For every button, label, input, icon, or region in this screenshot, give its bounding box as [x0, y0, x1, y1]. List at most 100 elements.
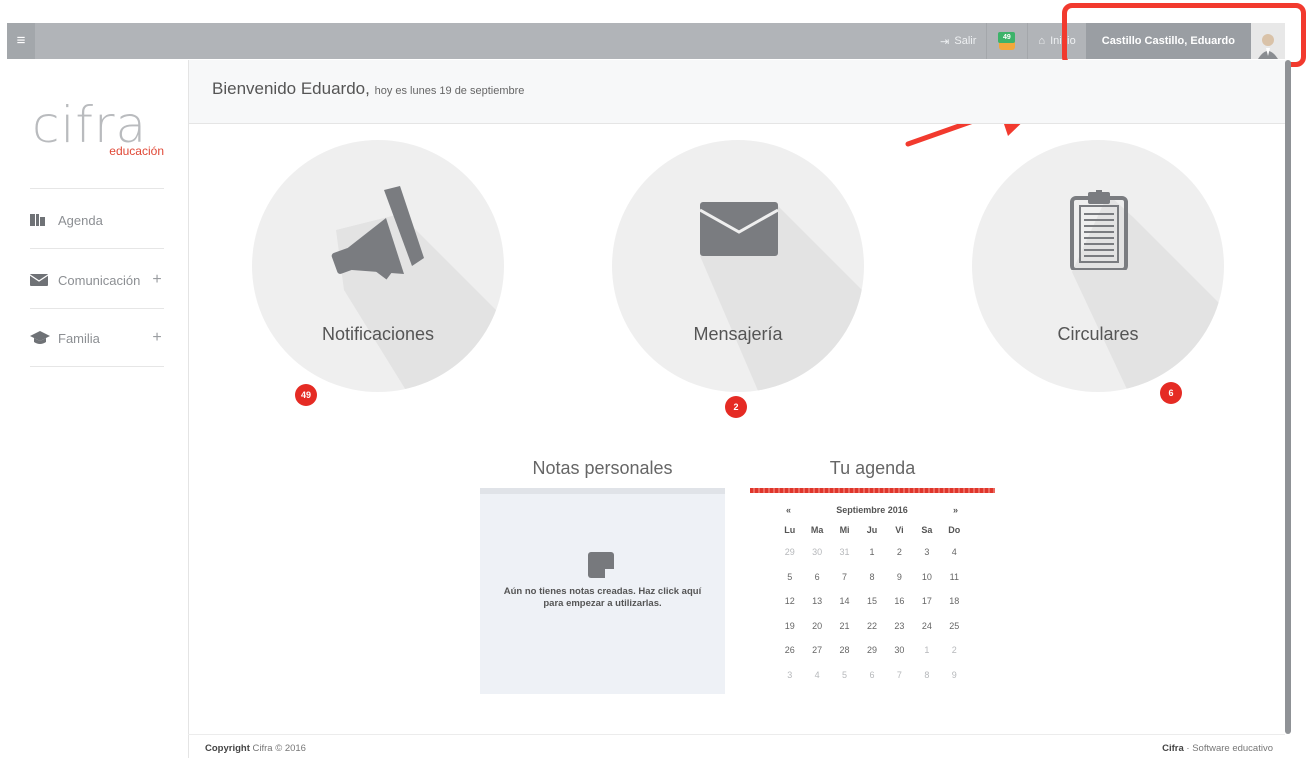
calendar-day[interactable]: 1: [913, 638, 940, 663]
calendar-day[interactable]: 3: [776, 663, 803, 688]
calendar-day[interactable]: 29: [776, 540, 803, 565]
home-icon: ⌂: [1038, 35, 1046, 47]
calendar-day[interactable]: 12: [776, 589, 803, 614]
calendar-day[interactable]: 4: [941, 540, 968, 565]
copyright-text: Cifra © 2016: [252, 743, 306, 754]
tile-circulares[interactable]: Circulares: [972, 140, 1224, 392]
calendar-weekday: Sa: [921, 525, 933, 535]
calendar-day[interactable]: 9: [941, 663, 968, 688]
sidebar-item-agenda[interactable]: Agenda: [30, 192, 164, 248]
tile-mensajeria[interactable]: Mensajería: [612, 140, 864, 392]
calendar-day[interactable]: 24: [913, 614, 940, 639]
calendar-weekday: Do: [948, 525, 961, 535]
calendar-day[interactable]: 7: [831, 565, 858, 590]
welcome-greeting: Bienvenido Eduardo,: [212, 79, 370, 98]
calendar-day[interactable]: 29: [858, 638, 885, 663]
calendar-day[interactable]: 5: [831, 663, 858, 688]
calendar-day[interactable]: 14: [831, 589, 858, 614]
calendar-day[interactable]: 27: [803, 638, 830, 663]
calendar-day[interactable]: 28: [831, 638, 858, 663]
tile-notificaciones[interactable]: Notificaciones: [252, 140, 504, 392]
calendar-day[interactable]: 2: [941, 638, 968, 663]
sidebar-item-comunicacion[interactable]: Comunicación +: [30, 252, 164, 308]
note-icon-fold: [605, 569, 614, 578]
logo[interactable]: cifra educación: [32, 98, 164, 158]
calendar-day[interactable]: 1: [858, 540, 885, 565]
calendar-day[interactable]: 20: [803, 614, 830, 639]
calendar-day[interactable]: 26: [776, 638, 803, 663]
calendar-day[interactable]: 21: [831, 614, 858, 639]
expand-plus-icon[interactable]: +: [150, 271, 164, 289]
calendar-day[interactable]: 19: [776, 614, 803, 639]
calendar-day[interactable]: 13: [803, 589, 830, 614]
scrollbar[interactable]: [1285, 60, 1291, 734]
calendar-weekday: Vi: [895, 525, 904, 535]
copyright: Copyright Cifra © 2016: [205, 743, 306, 754]
agenda-underline: [750, 488, 995, 493]
calendar-day[interactable]: 11: [941, 565, 968, 590]
sidebar-item-familia[interactable]: Familia +: [30, 310, 164, 366]
calendar-day[interactable]: 7: [886, 663, 913, 688]
calendar-day[interactable]: 18: [941, 589, 968, 614]
notifications-icon: 49: [997, 31, 1017, 51]
notifications-count: 49: [998, 32, 1016, 43]
copyright-bold: Copyright: [205, 743, 250, 754]
circulars-badge: 6: [1160, 382, 1182, 404]
calendar-grid: Lu Ma Mi Ju Vi Sa Do 29 30 31 1 2 3 4 5 6 7 8 9 10 11 12 13 14 1…: [776, 520, 968, 687]
clipboard-icon: [1070, 190, 1128, 270]
calendar-weekday: Ma: [810, 525, 824, 535]
hamburger-icon[interactable]: ≡: [7, 23, 35, 59]
envelope-icon: [700, 202, 778, 256]
calendar-day[interactable]: 23: [886, 614, 913, 639]
footer-brand: Cifra · Software educativo: [1162, 743, 1273, 754]
divider: [30, 366, 164, 367]
note-icon: [588, 552, 614, 578]
calendar-month[interactable]: Septiembre 2016: [776, 505, 968, 515]
calendar-next-button[interactable]: »: [953, 505, 958, 515]
calendar-day[interactable]: 16: [886, 589, 913, 614]
calendar-day[interactable]: 6: [858, 663, 885, 688]
calendar-day[interactable]: 3: [913, 540, 940, 565]
calendar-day[interactable]: 31: [831, 540, 858, 565]
calendar-day[interactable]: 10: [913, 565, 940, 590]
notes-empty-text[interactable]: Aún no tienes notas creadas. Haz click a…: [500, 586, 705, 610]
calendar-day[interactable]: 15: [858, 589, 885, 614]
footer-brand-bold: Cifra: [1162, 743, 1184, 754]
sidebar-item-label: Agenda: [58, 212, 103, 228]
logo-subtitle: educación: [109, 144, 164, 158]
calendar-day[interactable]: 5: [776, 565, 803, 590]
annotation-highlight-box: [1062, 3, 1306, 67]
calendar-day[interactable]: 30: [803, 540, 830, 565]
tile-label: Notificaciones: [321, 324, 435, 344]
calendar-day[interactable]: 2: [886, 540, 913, 565]
calendar-day[interactable]: 8: [858, 565, 885, 590]
notifications-button[interactable]: 49: [987, 23, 1027, 59]
calendar-day[interactable]: 17: [913, 589, 940, 614]
calendar-day[interactable]: 30: [886, 638, 913, 663]
calendar-day[interactable]: 4: [803, 663, 830, 688]
calendar-day[interactable]: 9: [886, 565, 913, 590]
calendar-weekday: Ju: [866, 525, 878, 535]
tile-shadow: [700, 204, 864, 392]
calendar: « Septiembre 2016 » Lu Ma Mi Ju Vi Sa Do 29 30 31…: [776, 502, 968, 687]
footer: Copyright Cifra © 2016 Cifra · Software …: [188, 734, 1285, 758]
sidebar-item-label: Familia: [58, 330, 100, 346]
footer-brand-text: · Software educativo: [1186, 743, 1273, 754]
calendar-day[interactable]: 25: [941, 614, 968, 639]
calendar-weekday: Lu: [784, 525, 796, 535]
envelope-icon: [30, 274, 58, 286]
divider: [30, 248, 164, 249]
notes-panel[interactable]: Aún no tienes notas creadas. Haz click a…: [480, 494, 725, 694]
calendar-day[interactable]: 8: [913, 663, 940, 688]
notes-title: Notas personales: [532, 458, 673, 478]
graduation-cap-icon: [30, 331, 58, 345]
calendar-day[interactable]: 22: [858, 614, 885, 639]
tile-label: Circulares: [1057, 324, 1139, 344]
calendar-day[interactable]: 6: [803, 565, 830, 590]
logout-icon: ⇥: [940, 35, 950, 48]
agenda-title: Tu agenda: [829, 458, 916, 478]
logout-button[interactable]: ⇥ Salir: [930, 23, 986, 59]
messages-badge: 2: [725, 396, 747, 418]
expand-plus-icon[interactable]: +: [150, 329, 164, 347]
sidebar: cifra educación Agenda Comunicación + Fa…: [30, 60, 164, 758]
